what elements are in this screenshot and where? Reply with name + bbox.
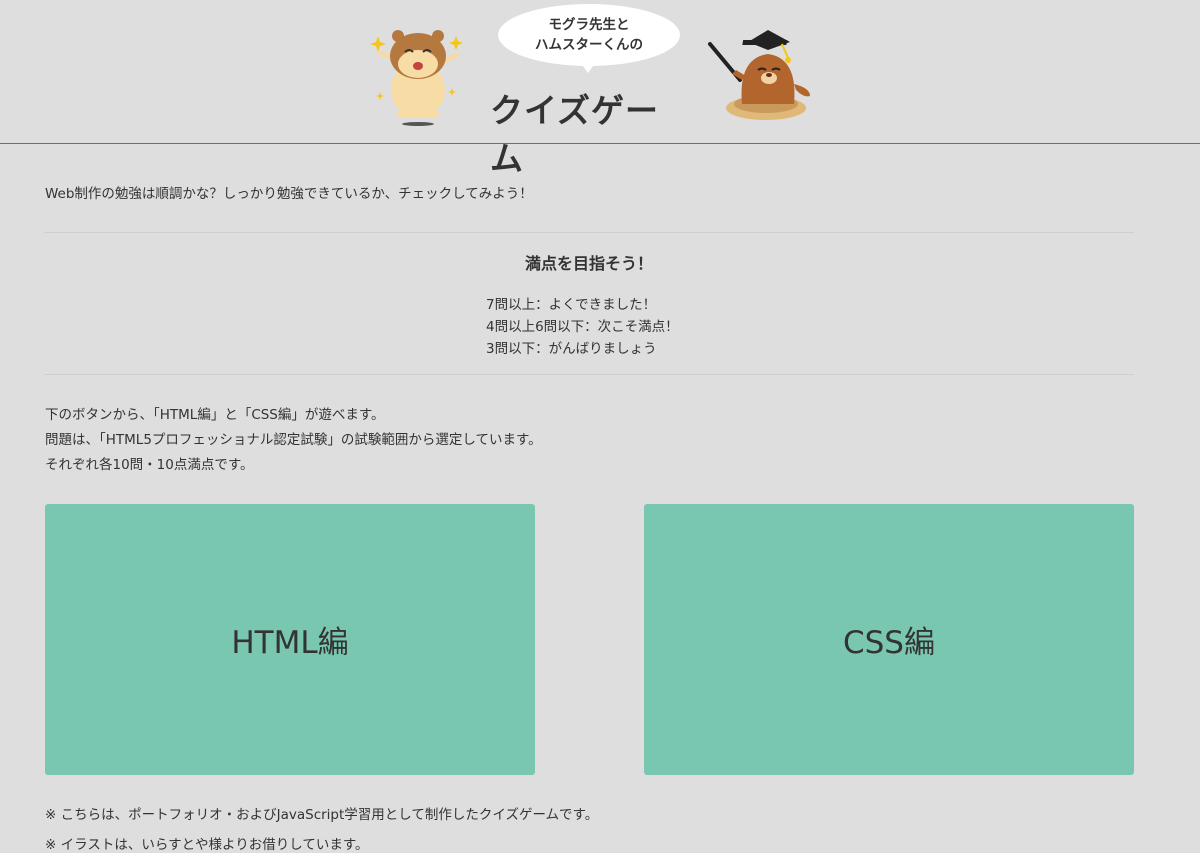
description: 下のボタンから、「HTML編」と「CSS編」が遊べます。 問題は、「HTML5プ… bbox=[45, 403, 542, 478]
mole-teacher-illustration bbox=[708, 30, 810, 120]
divider bbox=[44, 374, 1134, 375]
hamster-illustration bbox=[370, 30, 463, 126]
description-line-2: 問題は、「HTML5プロフェッショナル認定試験」の試験範囲から選定しています。 bbox=[45, 432, 542, 448]
note-portfolio: ※ こちらは、ポートフォリオ・およびJavaScript学習用として制作したクイ… bbox=[45, 807, 599, 823]
score-levels: 7問以上：よくできました！ 4問以上6問以下：次こそ満点！ 3問以下：がんばりま… bbox=[486, 294, 679, 360]
header: モグラ先生と ハムスターくんの クイズゲーム bbox=[0, 0, 1200, 178]
html-quiz-button[interactable]: HTML編 bbox=[45, 504, 535, 775]
speech-bubble-tail bbox=[580, 62, 596, 73]
bubble-line-2: ハムスターくんの bbox=[535, 37, 643, 53]
description-line-1: 下のボタンから、「HTML編」と「CSS編」が遊べます。 bbox=[45, 407, 385, 423]
page-title: クイズゲーム bbox=[490, 91, 660, 178]
description-line-3: それぞれ各10問・10点満点です。 bbox=[45, 457, 254, 473]
score-level-1: 7問以上：よくできました！ bbox=[486, 297, 657, 313]
css-quiz-button[interactable]: CSS編 bbox=[644, 504, 1134, 775]
score-level-3: 3問以下：がんばりましょう bbox=[486, 341, 657, 357]
divider bbox=[44, 232, 1134, 233]
score-level-2: 4問以上6問以下：次こそ満点！ bbox=[486, 319, 679, 335]
intro-text: Web制作の勉強は順調かな？しっかり勉強できているか、チェックしてみよう！ bbox=[45, 186, 533, 202]
score-heading: 満点を目指そう！ bbox=[524, 254, 653, 273]
bubble-line-1: モグラ先生と bbox=[548, 17, 630, 33]
speech-bubble: モグラ先生と ハムスターくんの bbox=[498, 4, 680, 66]
note-illustration-credit: ※ イラストは、いらすとや様よりお借りしています。 bbox=[45, 837, 369, 853]
